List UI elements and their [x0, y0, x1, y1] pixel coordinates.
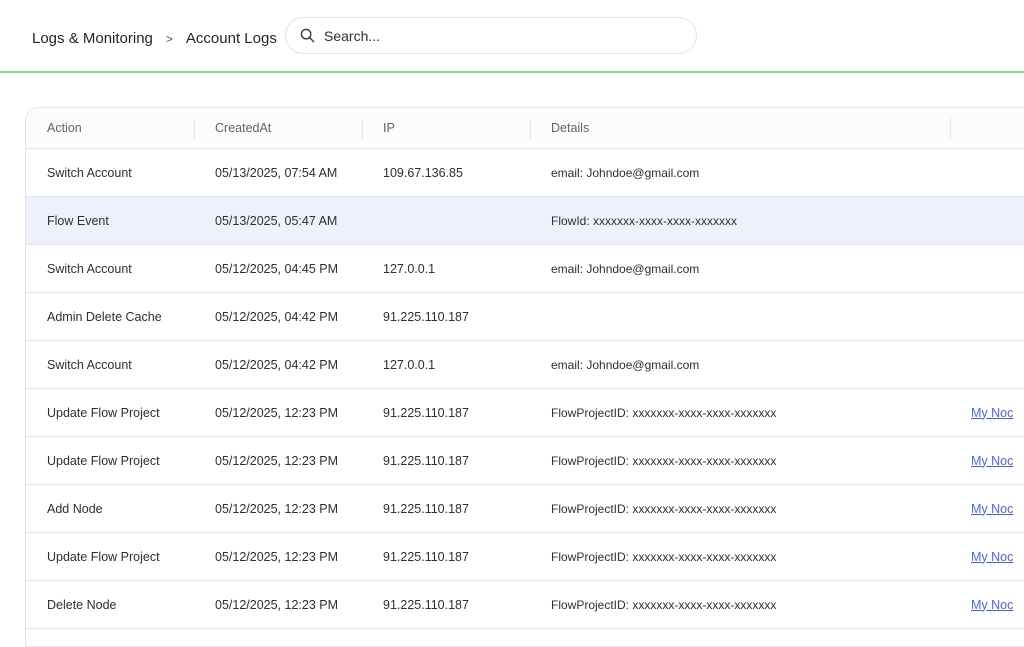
- cell-details: FlowProjectID: xxxxxxx-xxxx-xxxx-xxxxxxx: [551, 501, 777, 516]
- search-input[interactable]: [324, 27, 664, 44]
- cell-created-at: 05/12/2025, 04:42 PM: [215, 309, 339, 324]
- table-row[interactable]: Update Flow Project 05/12/2025, 12:23 PM 9…: [26, 389, 1024, 437]
- table-row[interactable]: Update Flow Project 05/12/2025, 12:23 PM 9…: [26, 533, 1024, 581]
- table-row[interactable]: Update Flow Project 05/12/2025, 12:23 PM 9…: [26, 437, 1024, 485]
- cell-ip: 91.225.110.187: [383, 501, 469, 516]
- cell-link: My Noc: [951, 454, 1024, 468]
- table-row[interactable]: Switch Account 05/12/2025, 04:42 PM 127.0.…: [26, 341, 1024, 389]
- search-icon: [300, 28, 315, 43]
- column-header-created-at[interactable]: CreatedAt: [195, 108, 363, 149]
- search-box[interactable]: [285, 17, 697, 54]
- chevron-right-icon: >: [165, 31, 173, 46]
- cell-link: My Noc: [951, 598, 1024, 612]
- project-link[interactable]: My Noc: [971, 454, 1013, 468]
- cell-action: Delete Node: [47, 597, 117, 612]
- table-body: Switch Account 05/13/2025, 07:54 AM 109.67…: [26, 149, 1024, 629]
- cell-action: Add Node: [47, 501, 103, 516]
- cell-action: Update Flow Project: [47, 453, 160, 468]
- cell-details: FlowProjectID: xxxxxxx-xxxx-xxxx-xxxxxxx: [551, 597, 777, 612]
- breadcrumb: Logs & Monitoring > Account Logs: [32, 30, 277, 47]
- cell-created-at: 05/13/2025, 05:47 AM: [215, 213, 338, 228]
- cell-created-at: 05/13/2025, 07:54 AM: [215, 165, 338, 180]
- cell-link: My Noc: [951, 550, 1024, 564]
- cell-action: Update Flow Project: [47, 405, 160, 420]
- cell-action: Admin Delete Cache: [47, 309, 162, 324]
- cell-details: FlowProjectID: xxxxxxx-xxxx-xxxx-xxxxxxx: [551, 453, 777, 468]
- cell-created-at: 05/12/2025, 12:23 PM: [215, 597, 339, 612]
- column-header-link: [951, 108, 1024, 149]
- cell-created-at: 05/12/2025, 12:23 PM: [215, 405, 339, 420]
- project-link[interactable]: My Noc: [971, 406, 1013, 420]
- cell-ip: 91.225.110.187: [383, 597, 469, 612]
- cell-created-at: 05/12/2025, 04:42 PM: [215, 357, 339, 372]
- account-logs-table: Action CreatedAt IP Details Switch Accou…: [25, 107, 1024, 647]
- cell-ip: 109.67.136.85: [383, 165, 463, 180]
- cell-action: Switch Account: [47, 261, 132, 276]
- cell-details: FlowProjectID: xxxxxxx-xxxx-xxxx-xxxxxxx: [551, 405, 777, 420]
- column-header-details[interactable]: Details: [531, 108, 951, 149]
- project-link[interactable]: My Noc: [971, 598, 1013, 612]
- table-row[interactable]: Switch Account 05/12/2025, 04:45 PM 127.0.…: [26, 245, 1024, 293]
- table-row[interactable]: Flow Event 05/13/2025, 05:47 AM FlowId: xx…: [26, 197, 1024, 245]
- table-row[interactable]: Admin Delete Cache 05/12/2025, 04:42 PM 91…: [26, 293, 1024, 341]
- cell-details: email: Johndoe@gmail.com: [551, 261, 700, 276]
- cell-details: FlowProjectID: xxxxxxx-xxxx-xxxx-xxxxxxx: [551, 549, 777, 564]
- cell-created-at: 05/12/2025, 04:45 PM: [215, 261, 339, 276]
- project-link[interactable]: My Noc: [971, 502, 1013, 516]
- table-row[interactable]: Delete Node 05/12/2025, 12:23 PM 91.225.11…: [26, 581, 1024, 629]
- cell-ip: 91.225.110.187: [383, 405, 469, 420]
- cell-details: email: Johndoe@gmail.com: [551, 165, 700, 180]
- breadcrumb-current: Account Logs: [185, 30, 277, 47]
- cell-ip: 91.225.110.187: [383, 309, 469, 324]
- cell-link: My Noc: [951, 406, 1024, 420]
- cell-link: My Noc: [951, 502, 1024, 516]
- cell-action: Switch Account: [47, 165, 132, 180]
- cell-ip: 91.225.110.187: [383, 453, 469, 468]
- cell-created-at: 05/12/2025, 12:23 PM: [215, 549, 339, 564]
- cell-action: Flow Event: [47, 213, 109, 228]
- cell-details: FlowId: xxxxxxx-xxxx-xxxx-xxxxxxx: [551, 213, 737, 228]
- cell-action: Switch Account: [47, 357, 132, 372]
- cell-details: email: Johndoe@gmail.com: [551, 357, 700, 372]
- project-link[interactable]: My Noc: [971, 550, 1013, 564]
- cell-ip: 127.0.0.1: [383, 357, 436, 372]
- breadcrumb-parent[interactable]: Logs & Monitoring: [32, 30, 153, 47]
- cell-created-at: 05/12/2025, 12:23 PM: [215, 501, 339, 516]
- cell-ip: 91.225.110.187: [383, 549, 469, 564]
- cell-ip: 127.0.0.1: [383, 261, 436, 276]
- table-header: Action CreatedAt IP Details: [26, 108, 1024, 149]
- cell-action: Update Flow Project: [47, 549, 160, 564]
- table-row[interactable]: Add Node 05/12/2025, 12:23 PM 91.225.110.1…: [26, 485, 1024, 533]
- top-bar: Logs & Monitoring > Account Logs: [0, 0, 1024, 73]
- column-header-action[interactable]: Action: [26, 108, 195, 149]
- cell-created-at: 05/12/2025, 12:23 PM: [215, 453, 339, 468]
- column-header-ip[interactable]: IP: [363, 108, 531, 149]
- table-row[interactable]: Switch Account 05/13/2025, 07:54 AM 109.67…: [26, 149, 1024, 197]
